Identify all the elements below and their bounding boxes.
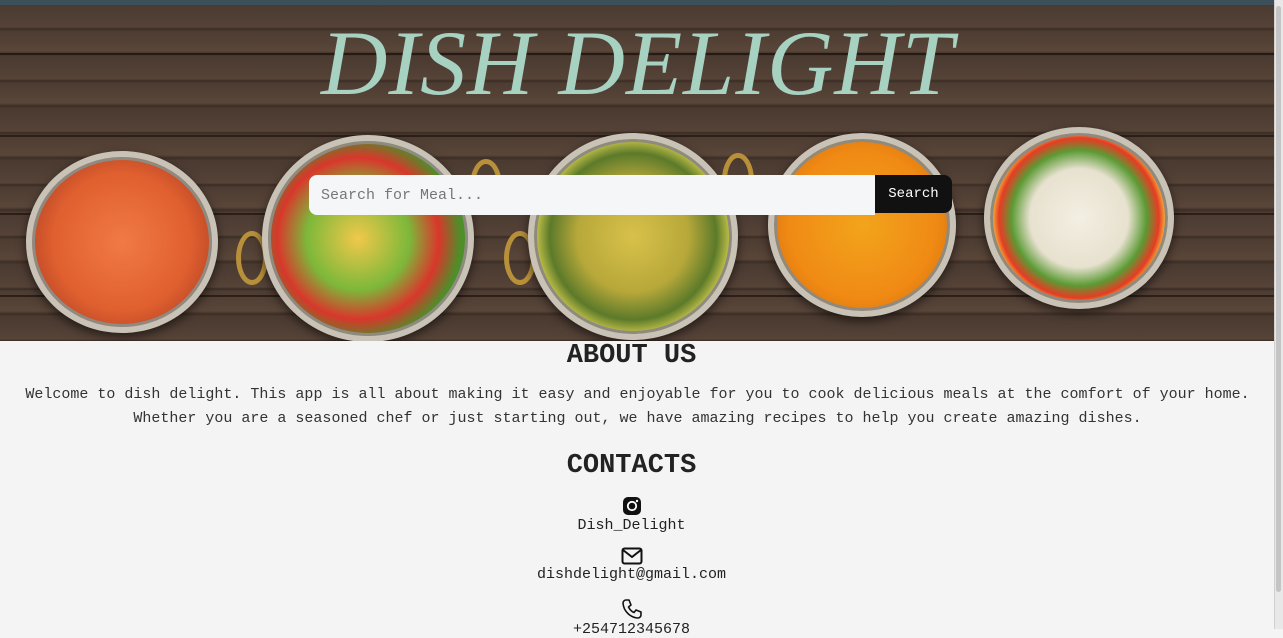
dal-bowl-image <box>768 133 956 317</box>
contact-phone: +254712345678 <box>0 598 1263 638</box>
vertical-scrollbar[interactable] <box>1274 0 1283 629</box>
scrollbar-thumb[interactable] <box>1276 6 1281 592</box>
instagram-handle[interactable]: Dish_Delight <box>0 517 1263 534</box>
instagram-icon[interactable] <box>0 496 1263 516</box>
search-bar: Search <box>309 175 952 215</box>
phone-icon[interactable] <box>0 598 1263 620</box>
site-title: DISH DELIGHT <box>321 12 954 114</box>
rice-bowl-image <box>984 127 1174 309</box>
search-input[interactable] <box>309 175 875 215</box>
hero-banner: DISH DELIGHT Search <box>0 5 1275 341</box>
about-heading: ABOUT US <box>566 341 697 371</box>
curry-bowl-image <box>26 151 218 333</box>
contacts-heading: CONTACTS <box>566 451 697 481</box>
phone-number[interactable]: +254712345678 <box>0 621 1263 638</box>
mail-icon[interactable] <box>0 547 1263 565</box>
search-button[interactable]: Search <box>875 175 952 213</box>
contact-email: dishdelight@gmail.com <box>0 547 1263 583</box>
paneer-bowl-image <box>528 133 738 340</box>
email-address[interactable]: dishdelight@gmail.com <box>0 566 1263 583</box>
contact-instagram: Dish_Delight <box>0 496 1263 534</box>
about-text: Welcome to dish delight. This app is all… <box>25 386 1250 427</box>
salad-bowl-image <box>262 135 474 341</box>
